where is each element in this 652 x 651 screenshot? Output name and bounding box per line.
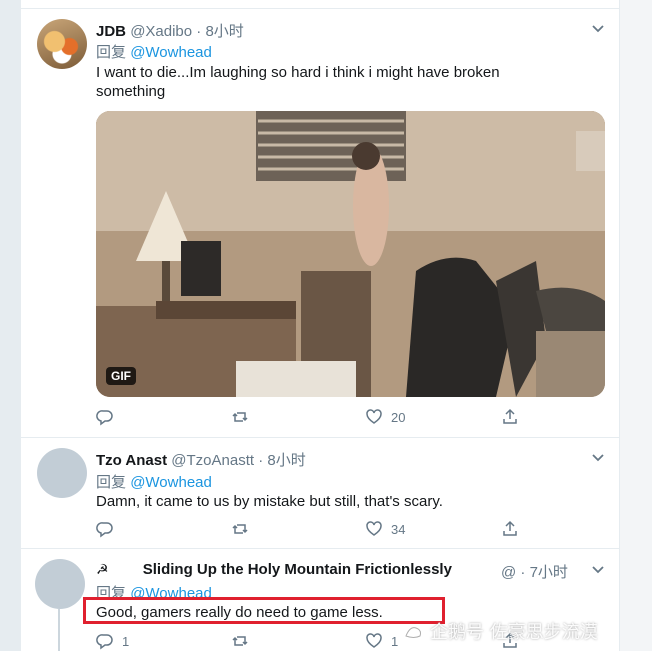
tweet-meta: @ · 7小时 bbox=[501, 561, 568, 582]
heart-icon bbox=[366, 409, 382, 424]
like-count: 20 bbox=[391, 409, 406, 425]
display-name[interactable]: Sliding Up the Holy Mountain Frictionles… bbox=[143, 561, 452, 578]
timestamp[interactable]: 8小时 bbox=[267, 452, 305, 469]
reply-icon bbox=[96, 522, 113, 538]
tweet-jdb[interactable]: JDB @Xadibo · 8小时 回复 @Wowhead I want to … bbox=[21, 9, 619, 437]
tweet-actions: 20 bbox=[96, 408, 526, 428]
highlight-box bbox=[83, 597, 445, 624]
timestamp[interactable]: 8小时 bbox=[205, 23, 243, 40]
reply-action[interactable] bbox=[96, 520, 122, 538]
reply-icon bbox=[96, 634, 113, 650]
retweet-icon bbox=[232, 524, 248, 534]
timestamp[interactable]: 7小时 bbox=[530, 564, 568, 581]
like-action[interactable]: 20 bbox=[365, 408, 405, 426]
reply-thread-panel: JDB @Xadibo · 8小时 回复 @Wowhead I want to … bbox=[20, 0, 620, 651]
retweet-action[interactable] bbox=[231, 520, 257, 538]
display-name[interactable]: JDB bbox=[96, 23, 126, 40]
like-count: 34 bbox=[391, 521, 406, 537]
reply-label: 回复 bbox=[96, 474, 127, 491]
chevron-down-icon[interactable] bbox=[591, 563, 605, 577]
user-handle[interactable]: @ bbox=[501, 564, 516, 581]
chevron-down-icon[interactable] bbox=[591, 22, 605, 36]
tweet-header: Tzo Anast @TzoAnastt · 8小时 bbox=[96, 449, 306, 470]
retweet-action[interactable] bbox=[231, 408, 257, 426]
like-action[interactable]: 34 bbox=[365, 520, 405, 538]
retweet-action[interactable] bbox=[231, 632, 257, 650]
share-icon bbox=[503, 520, 517, 536]
avatar[interactable] bbox=[37, 448, 87, 498]
gif-frame-image bbox=[96, 111, 605, 397]
display-name[interactable]: Tzo Anast bbox=[96, 452, 167, 469]
share-action[interactable] bbox=[501, 520, 527, 538]
avatar[interactable] bbox=[35, 559, 85, 609]
reply-count: 1 bbox=[122, 633, 130, 649]
chevron-down-icon[interactable] bbox=[591, 451, 605, 465]
share-icon bbox=[503, 408, 517, 424]
tweet-header: JDB @Xadibo · 8小时 bbox=[96, 20, 244, 41]
hammer-sickle-icon: ☭ bbox=[96, 561, 109, 577]
thread-connector-line bbox=[58, 609, 60, 651]
separator-dot: · bbox=[258, 452, 264, 469]
reply-label: 回复 bbox=[96, 44, 127, 61]
page-background-right bbox=[618, 0, 652, 651]
heart-icon bbox=[366, 521, 382, 536]
tweet-text: Damn, it came to us by mistake but still… bbox=[96, 493, 443, 510]
watermark-logo-icon bbox=[405, 627, 421, 638]
tweet-tzo-anast[interactable]: Tzo Anast @TzoAnastt · 8小时 回复 @Wowhead D… bbox=[21, 438, 619, 548]
mention-link[interactable]: @Wowhead bbox=[130, 44, 212, 61]
previous-tweet-edge bbox=[21, 0, 619, 9]
reply-context: 回复 @Wowhead bbox=[96, 41, 212, 62]
gif-badge: GIF bbox=[106, 367, 136, 385]
avatar[interactable] bbox=[37, 19, 87, 69]
like-count: 1 bbox=[391, 633, 399, 649]
retweet-icon bbox=[232, 636, 248, 646]
share-action[interactable] bbox=[501, 408, 527, 426]
user-handle[interactable]: @Xadibo bbox=[130, 23, 192, 40]
reply-context: 回复 @Wowhead bbox=[96, 471, 212, 492]
reply-icon bbox=[96, 410, 113, 426]
heart-icon bbox=[366, 633, 382, 648]
watermark-text: 企鹅号 佐豪思步流漠 bbox=[430, 622, 598, 643]
user-handle[interactable]: @TzoAnastt bbox=[171, 452, 254, 469]
gif-media[interactable]: GIF bbox=[96, 111, 605, 397]
separator-dot: · bbox=[520, 564, 526, 581]
mention-link[interactable]: @Wowhead bbox=[130, 474, 212, 491]
reply-action[interactable]: 1 bbox=[96, 632, 129, 650]
watermark: 企鹅号 佐豪思步流漠 bbox=[404, 618, 598, 644]
tweet-text: I want to die...Im laughing so hard i th… bbox=[96, 64, 500, 100]
tweet-actions: 34 bbox=[96, 520, 526, 540]
like-action[interactable]: 1 bbox=[365, 632, 398, 650]
retweet-icon bbox=[232, 412, 248, 422]
tweet-header: ☭ Sliding Up the Holy Mountain Frictionl… bbox=[96, 561, 452, 578]
reply-action[interactable] bbox=[96, 408, 122, 426]
separator-dot: · bbox=[196, 23, 202, 40]
